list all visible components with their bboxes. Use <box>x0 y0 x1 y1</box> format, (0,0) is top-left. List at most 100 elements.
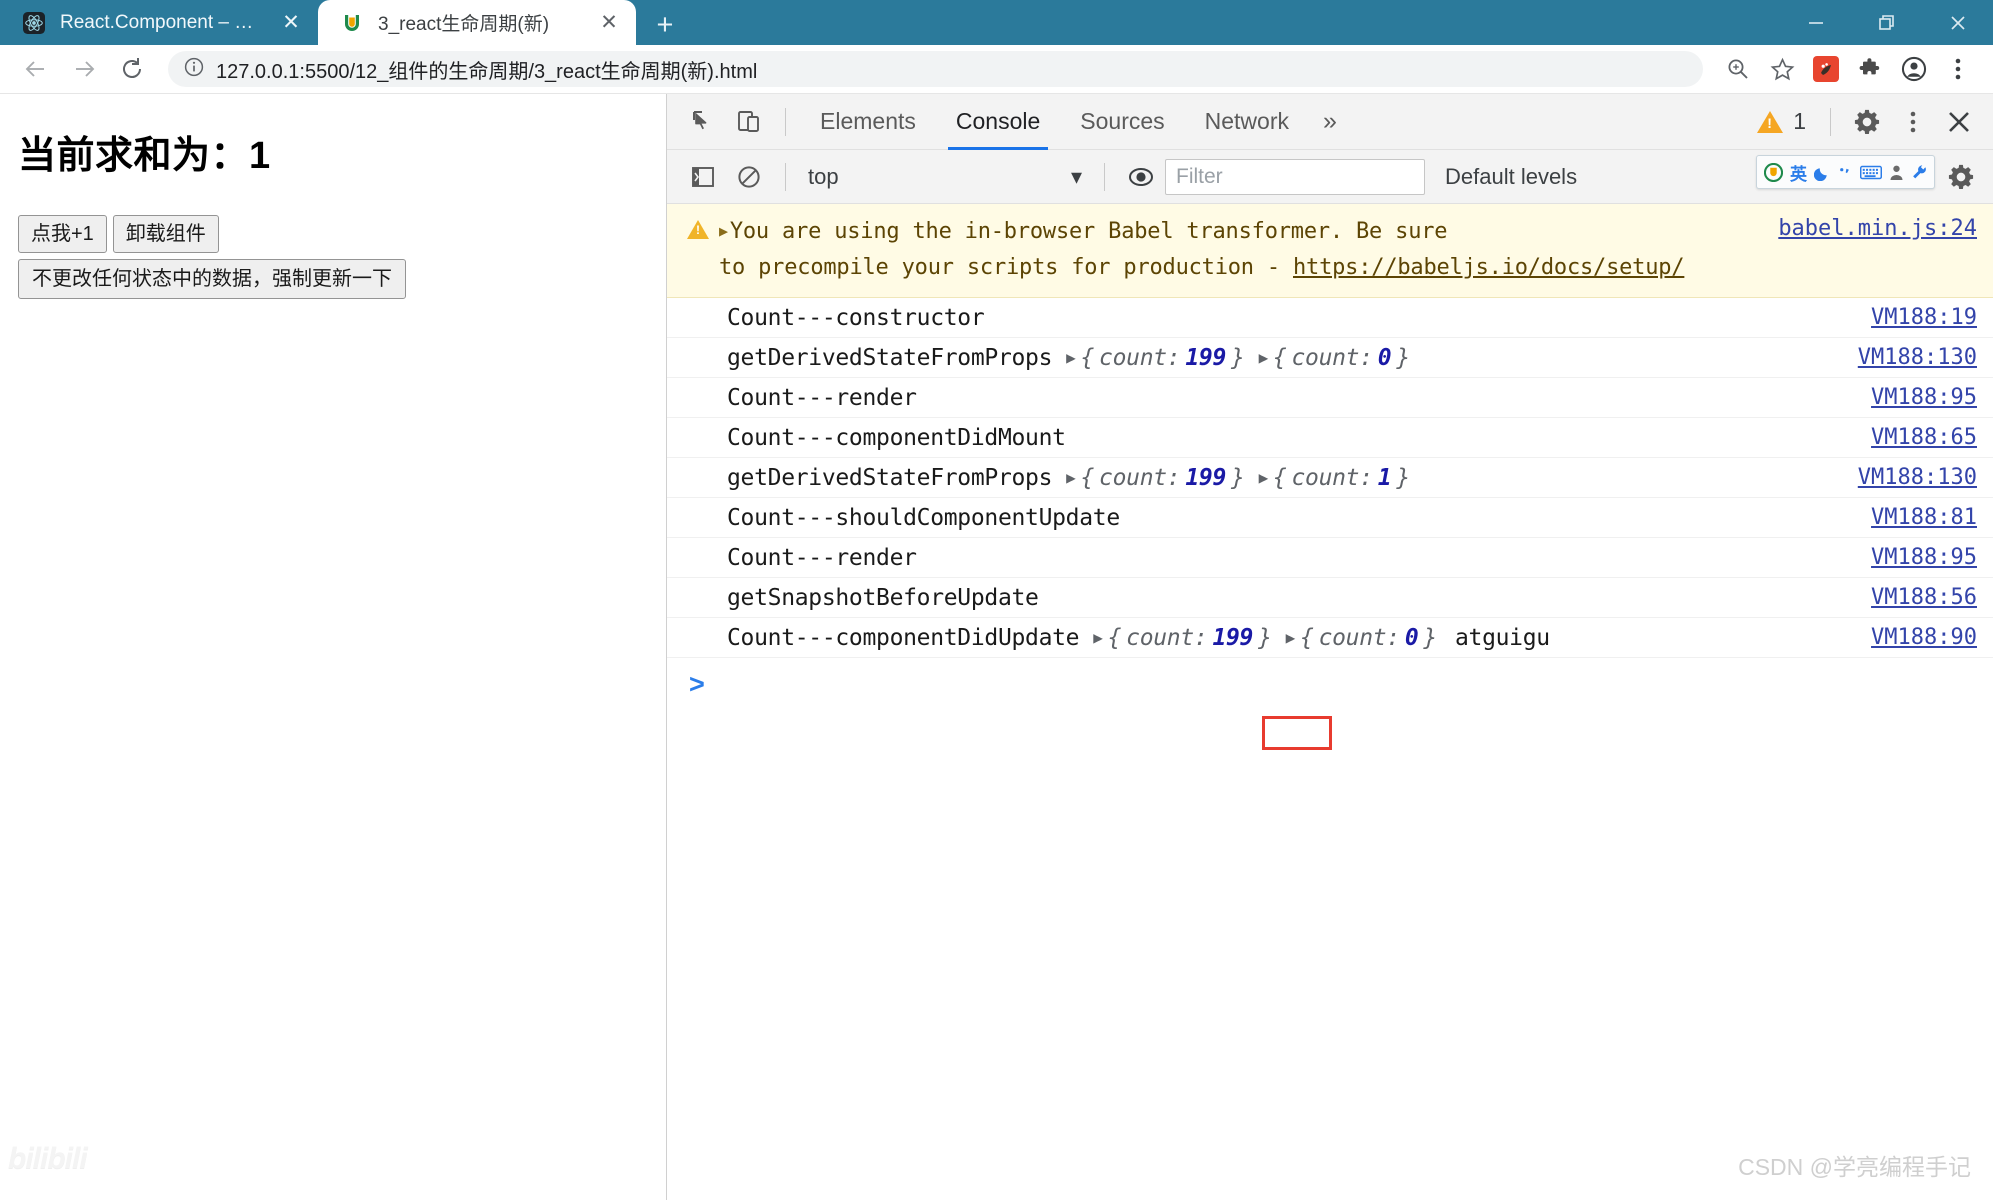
profile-avatar-icon[interactable] <box>1893 49 1935 89</box>
source-link[interactable]: VM188:65 <box>1871 425 1977 450</box>
new-tab-button[interactable]: + <box>642 5 688 45</box>
source-link[interactable]: VM188:95 <box>1871 385 1977 410</box>
address-bar-url[interactable]: 127.0.0.1:5500/12_组件的生命周期/3_react生命周期(新)… <box>216 55 757 84</box>
object-preview[interactable]: ▶ {count: 199} <box>1093 625 1272 651</box>
reload-icon[interactable] <box>110 49 154 89</box>
object-value: 0 <box>1377 344 1392 371</box>
live-expression-eye-icon[interactable] <box>1119 156 1163 198</box>
warning-source-link-wrap: babel.min.js:24 <box>1778 216 1977 241</box>
object-preview[interactable]: ▶ {count: 199} <box>1066 344 1245 371</box>
console-filter-bar: top ▾ Filter Default levels 英 <box>667 150 1993 204</box>
console-prompt[interactable]: > <box>667 658 1993 710</box>
tab-sources[interactable]: Sources <box>1060 94 1184 150</box>
tab-close-icon[interactable]: ✕ <box>278 10 304 36</box>
console-log-row[interactable]: getSnapshotBeforeUpdate VM188:56 <box>667 578 1993 619</box>
source-link[interactable]: babel.min.js:24 <box>1778 216 1977 241</box>
info-circle-icon[interactable] <box>184 57 204 82</box>
filter-input[interactable]: Filter <box>1165 158 1425 195</box>
expand-triangle-icon[interactable]: ▶ <box>1259 348 1269 367</box>
source-link[interactable]: VM188:56 <box>1871 585 1977 610</box>
page-heading: 当前求和为：1 <box>18 135 271 177</box>
close-window-button[interactable] <box>1922 0 1993 45</box>
console-log-row[interactable]: Count---componentDidMount VM188:65 <box>667 418 1993 459</box>
minimize-button[interactable] <box>1780 0 1851 45</box>
extension-red-icon[interactable] <box>1805 49 1847 89</box>
source-link[interactable]: VM188:90 <box>1871 625 1977 650</box>
log-extra-text: atguigu <box>1454 624 1550 651</box>
log-text: Count---componentDidMount <box>727 424 1066 451</box>
expand-triangle-icon[interactable]: ▶ <box>719 219 728 243</box>
close-devtools-icon[interactable] <box>1937 101 1981 143</box>
tab-react-component[interactable]: React.Component – React ✕ <box>0 0 318 45</box>
object-preview[interactable]: ▶ {count: 0} <box>1259 344 1411 371</box>
console-message-list[interactable]: ▶You are using the in-browser Babel tran… <box>667 204 1993 1200</box>
force-update-button[interactable]: 不更改任何状态中的数据，强制更新一下 <box>18 259 406 299</box>
zoom-search-icon[interactable] <box>1717 49 1759 89</box>
tab-title: 3_react生命周期(新) <box>378 14 550 35</box>
console-log-row[interactable]: getDerivedStateFromProps ▶ {count: 199} … <box>667 338 1993 379</box>
object-preview[interactable]: ▶ {count: 1} <box>1259 465 1411 491</box>
console-log-row[interactable]: Count---render VM188:95 <box>667 538 1993 579</box>
unmount-component-button[interactable]: 卸载组件 <box>112 215 219 253</box>
clear-console-icon[interactable] <box>727 156 771 198</box>
bookmark-star-icon[interactable] <box>1761 49 1803 89</box>
toolbar-divider-2 <box>1830 107 1831 136</box>
device-toolbar-icon[interactable] <box>727 101 771 143</box>
increment-button[interactable]: 点我+1 <box>18 215 107 253</box>
expand-triangle-icon[interactable]: ▶ <box>1093 628 1103 647</box>
warning-count-badge[interactable]: 1 <box>1747 108 1816 135</box>
object-value: 0 <box>1404 624 1419 651</box>
source-link[interactable]: VM188:19 <box>1871 305 1977 330</box>
log-text: Count---shouldComponentUpdate <box>727 504 1120 531</box>
expand-triangle-icon[interactable]: ▶ <box>1259 468 1269 487</box>
expand-triangle-icon[interactable]: ▶ <box>1066 468 1076 487</box>
chinese-english-icon[interactable]: 英 <box>1790 160 1807 185</box>
restore-button[interactable] <box>1851 0 1922 45</box>
source-link[interactable]: VM188:95 <box>1871 545 1977 570</box>
tab-console[interactable]: Console <box>936 94 1060 150</box>
console-log-row[interactable]: Count---constructor VM188:19 <box>667 298 1993 339</box>
devtools-toolbar-right: 1 <box>1747 101 1981 143</box>
puzzle-extensions-icon[interactable] <box>1849 49 1891 89</box>
source-link[interactable]: VM188:130 <box>1858 345 1977 370</box>
log-levels-dropdown[interactable]: Default levels <box>1445 164 1577 190</box>
console-log-row[interactable]: Count---render VM188:95 <box>667 378 1993 419</box>
address-bar[interactable]: 127.0.0.1:5500/12_组件的生命周期/3_react生命周期(新)… <box>168 51 1703 87</box>
source-link[interactable]: VM188:130 <box>1858 465 1977 490</box>
object-value: 199 <box>1185 344 1226 371</box>
expand-triangle-icon[interactable]: ▶ <box>1066 348 1076 367</box>
gear-icon[interactable] <box>1845 101 1889 143</box>
toolbox-icon[interactable] <box>1911 164 1927 181</box>
browser-window: React.Component – React ✕ 3_react生命周期(新)… <box>0 0 1993 1200</box>
sogou-logo-icon[interactable] <box>1764 162 1783 182</box>
inspect-element-icon[interactable] <box>681 101 725 143</box>
more-options-icon[interactable] <box>1891 101 1935 143</box>
bilibili-watermark: bilibili <box>8 1142 88 1175</box>
forward-icon[interactable] <box>62 49 106 89</box>
keyboard-icon[interactable] <box>1860 165 1882 180</box>
tab-elements[interactable]: Elements <box>800 94 936 150</box>
tab-network[interactable]: Network <box>1185 94 1309 150</box>
console-warning-message[interactable]: ▶You are using the in-browser Babel tran… <box>667 204 1993 299</box>
tab-react-lifecycle[interactable]: 3_react生命周期(新) ✕ <box>318 0 636 45</box>
expand-triangle-icon[interactable]: ▶ <box>1286 628 1296 647</box>
user-icon[interactable] <box>1889 164 1904 181</box>
object-preview[interactable]: ▶ {count: 0} <box>1286 624 1438 651</box>
moon-icon[interactable] <box>1814 164 1831 181</box>
chrome-menu-icon[interactable] <box>1937 49 1979 89</box>
console-sidebar-icon[interactable] <box>681 156 725 198</box>
console-log-row[interactable]: getDerivedStateFromProps ▶ {count: 199} … <box>667 458 1993 499</box>
console-log-row[interactable]: Count---componentDidUpdate ▶ {count: 199… <box>667 618 1993 659</box>
chevron-down-icon: ▾ <box>1070 163 1082 189</box>
console-settings-gear-icon[interactable] <box>1939 156 1983 198</box>
console-log-row[interactable]: Count---shouldComponentUpdate VM188:81 <box>667 498 1993 539</box>
punctuation-icon[interactable] <box>1838 165 1853 180</box>
object-preview[interactable]: ▶ {count: 199} <box>1066 465 1245 491</box>
execution-context-select[interactable]: top ▾ <box>800 160 1090 194</box>
babel-docs-link[interactable]: https://babeljs.io/docs/setup/ <box>1293 255 1685 280</box>
more-tabs-icon[interactable]: » <box>1309 94 1351 150</box>
sogou-ime-toolbar[interactable]: 英 <box>1756 155 1935 189</box>
tab-close-icon[interactable]: ✕ <box>596 10 622 36</box>
back-icon[interactable] <box>14 49 58 89</box>
source-link[interactable]: VM188:81 <box>1871 505 1977 530</box>
